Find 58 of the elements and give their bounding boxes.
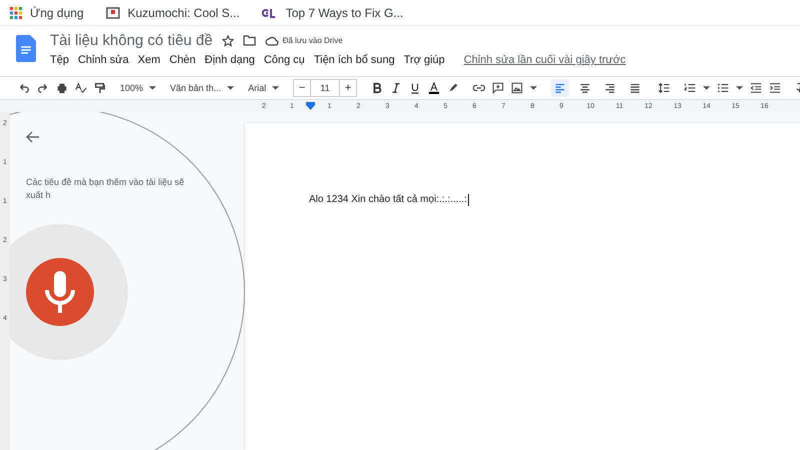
cloud-icon (264, 36, 279, 46)
paint-format-icon[interactable] (94, 82, 106, 94)
bulleted-list-icon[interactable] (717, 82, 730, 94)
caret-icon (149, 86, 156, 90)
back-arrow-icon[interactable] (26, 131, 40, 143)
numbered-list-icon[interactable] (684, 82, 696, 94)
undo-icon[interactable] (18, 82, 30, 94)
last-edit-link[interactable]: Chỉnh sửa lần cuối vài giây trước (464, 54, 626, 66)
document-text[interactable]: Alo 1234 Xin chào tất cả mọi:.:.:.....: (309, 194, 469, 206)
align-left-icon[interactable] (551, 79, 570, 97)
menu-item[interactable]: Công cụ (264, 54, 305, 66)
style-dropdown[interactable]: Văn bản th... (170, 83, 234, 93)
highlighter-icon[interactable] (447, 82, 460, 94)
bookmark[interactable]: Top 7 Ways to Fix G... (262, 6, 404, 20)
image-icon[interactable] (511, 82, 524, 94)
menu-item[interactable]: Tệp (50, 54, 69, 66)
menu-item[interactable]: Xem (138, 54, 160, 66)
star-icon[interactable] (222, 34, 234, 46)
caret-icon (227, 86, 234, 90)
microphone-icon (43, 271, 77, 313)
decrease-indent-icon[interactable] (750, 82, 762, 94)
caret-icon (272, 86, 280, 90)
caret-icon[interactable] (736, 86, 744, 90)
caret-icon[interactable] (703, 86, 710, 90)
caret-icon[interactable] (530, 86, 538, 90)
menu-item[interactable]: Chỉnh sửa (78, 54, 129, 66)
decrease-size-button[interactable]: − (293, 79, 312, 97)
font-dropdown[interactable]: Arial (248, 83, 280, 93)
bold-icon[interactable] (371, 82, 384, 94)
redo-icon[interactable] (37, 82, 49, 94)
text-color-icon[interactable] (428, 82, 440, 94)
italic-icon[interactable] (390, 82, 402, 94)
text-cursor (468, 194, 469, 206)
outline-hint: Các tiêu đề mà bạn thêm vào tài liệu sẽ xuất h (26, 176, 186, 202)
increase-size-button[interactable]: + (339, 79, 358, 97)
line-spacing-icon[interactable] (658, 82, 670, 94)
menu-item[interactable]: Trợ giúp (404, 54, 445, 66)
comment-icon[interactable] (492, 82, 504, 94)
spellcheck-icon[interactable] (75, 82, 87, 94)
menu-item[interactable]: Tiện ích bổ sung (314, 54, 395, 66)
increase-indent-icon[interactable] (769, 82, 782, 94)
link-icon[interactable] (473, 82, 486, 94)
font-size-field[interactable]: 11 (311, 79, 340, 97)
apps-grid-icon (10, 6, 22, 18)
docs-logo-icon[interactable] (16, 35, 36, 62)
bookmark[interactable]: Kuzumochi: Cool S... (106, 6, 240, 20)
menu-item[interactable]: Chèn (169, 54, 196, 66)
zoom-dropdown[interactable]: 100% (120, 83, 156, 93)
site-logo-icon (262, 8, 278, 18)
indent-marker-icon[interactable] (306, 102, 315, 110)
document-title[interactable]: Tài liệu không có tiêu đề (50, 32, 213, 49)
underline-icon[interactable] (409, 82, 422, 94)
save-status: Đã lưu vào Drive (282, 36, 343, 45)
page-icon (106, 6, 120, 18)
print-icon[interactable] (56, 82, 68, 94)
bookmark[interactable]: Ứng dụng (10, 6, 84, 20)
folder-icon[interactable] (242, 35, 256, 46)
menu-item[interactable]: Định dạng (204, 54, 255, 66)
